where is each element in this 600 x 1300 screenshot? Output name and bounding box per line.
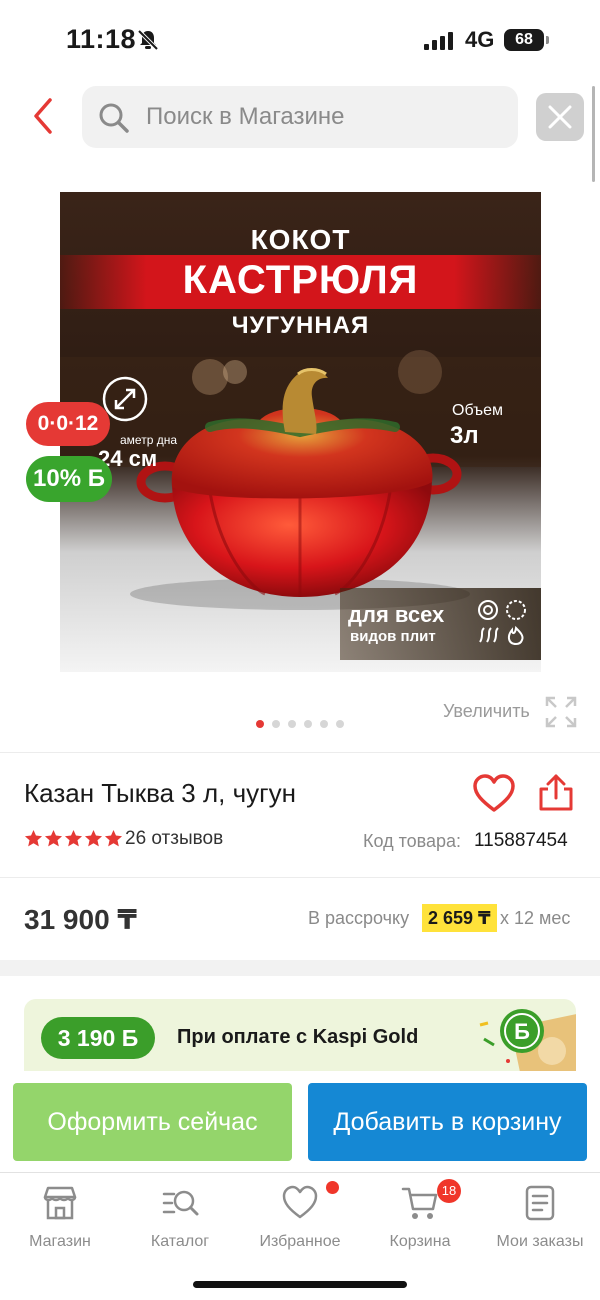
cart-count-badge: 18 bbox=[437, 1179, 461, 1203]
heart-icon bbox=[473, 774, 515, 812]
gallery-dots bbox=[256, 720, 344, 728]
search-input[interactable] bbox=[146, 86, 506, 148]
image-footer-line2: видов плит bbox=[350, 628, 436, 645]
status-bar: 11:18 4G 68 bbox=[0, 0, 600, 80]
promo-bonus-badge: 3 190 Б bbox=[41, 1017, 155, 1059]
promo-text: При оплате с Kaspi Gold bbox=[177, 1026, 419, 1048]
image-text-line1: КОКОТ bbox=[250, 224, 351, 255]
divider bbox=[0, 752, 600, 753]
battery-icon: 68 bbox=[504, 29, 549, 51]
scroll-indicator bbox=[592, 86, 595, 182]
expand-icon[interactable] bbox=[545, 696, 577, 728]
add-to-cart-button[interactable]: Добавить в корзину bbox=[308, 1083, 587, 1161]
divider bbox=[0, 877, 600, 878]
gallery-dot[interactable] bbox=[288, 720, 296, 728]
close-button[interactable] bbox=[536, 93, 584, 141]
home-indicator[interactable] bbox=[193, 1281, 407, 1288]
volume-value: 3л bbox=[450, 422, 479, 449]
stove-types-icon bbox=[478, 600, 526, 646]
gallery-dot[interactable] bbox=[304, 720, 312, 728]
star-icon bbox=[64, 829, 83, 847]
close-icon bbox=[548, 105, 572, 129]
catalog-search-icon bbox=[162, 1190, 199, 1216]
network-type: 4G bbox=[465, 27, 495, 52]
search-box[interactable] bbox=[82, 86, 518, 148]
tab-favorites[interactable]: Избранное bbox=[240, 1183, 360, 1251]
image-text-line3: ЧУГУННАЯ bbox=[231, 312, 370, 339]
tab-catalog[interactable]: Каталог bbox=[120, 1183, 240, 1251]
installment-badge: 0·0·12 bbox=[26, 402, 110, 446]
share-button[interactable] bbox=[538, 774, 574, 817]
image-text-line2: КАСТРЮЛЯ bbox=[182, 258, 419, 302]
favorites-notification-dot bbox=[326, 1181, 339, 1194]
installment-term: x 12 мес bbox=[500, 908, 571, 928]
installment-amount: 2 659 ₸ bbox=[422, 904, 497, 932]
share-icon bbox=[539, 774, 573, 811]
orders-icon bbox=[525, 1185, 555, 1221]
star-icon bbox=[44, 829, 63, 847]
search-icon bbox=[99, 103, 129, 133]
tab-label: Магазин bbox=[29, 1233, 91, 1250]
product-image[interactable]: КОКОТ КАСТРЮЛЯ ЧУГУННАЯ аметр дна 24 см … bbox=[60, 192, 541, 672]
status-time: 11:18 bbox=[66, 24, 137, 54]
back-button[interactable] bbox=[28, 96, 60, 136]
chevron-left-icon bbox=[34, 98, 52, 134]
tab-label: Избранное bbox=[259, 1233, 341, 1250]
bell-muted-icon bbox=[137, 29, 159, 51]
rating-stars bbox=[24, 829, 123, 848]
store-icon bbox=[43, 1186, 77, 1220]
product-code-label: Код товара: bbox=[363, 831, 462, 851]
tab-label: Каталог bbox=[150, 1233, 210, 1250]
gallery-dot[interactable] bbox=[336, 720, 344, 728]
favorite-button[interactable] bbox=[472, 774, 516, 819]
zoom-button[interactable]: Увеличить bbox=[443, 701, 530, 722]
bonus-badge: 10% Б bbox=[26, 456, 112, 502]
tab-label: Корзина bbox=[389, 1233, 451, 1250]
cart-icon bbox=[401, 1187, 438, 1219]
tab-label: Мои заказы bbox=[496, 1233, 584, 1250]
product-title: Казан Тыква 3 л, чугун bbox=[24, 778, 296, 808]
section-divider bbox=[0, 960, 600, 976]
installment-label: В рассрочку bbox=[308, 908, 410, 928]
kaspi-gold-card-icon: Б bbox=[479, 1009, 576, 1071]
product-code-value: 115887454 bbox=[474, 830, 568, 851]
reviews-link[interactable]: 26 отзывов bbox=[125, 828, 223, 850]
tab-orders[interactable]: Мои заказы bbox=[480, 1183, 600, 1251]
diameter-label: аметр дна bbox=[120, 433, 178, 447]
price: 31 900 ₸ bbox=[24, 904, 137, 935]
star-icon bbox=[84, 829, 103, 847]
image-footer-line1: для всех bbox=[348, 602, 445, 627]
star-icon bbox=[24, 829, 43, 847]
kaspi-gold-promo[interactable]: 3 190 Б При оплате с Kaspi Gold Б bbox=[24, 999, 576, 1071]
signal-icon bbox=[424, 32, 453, 50]
gallery-dot[interactable] bbox=[320, 720, 328, 728]
svg-text:Б: Б bbox=[514, 1019, 530, 1044]
tab-store[interactable]: Магазин bbox=[0, 1183, 120, 1251]
diameter-arrows-icon bbox=[102, 376, 148, 422]
heart-icon bbox=[282, 1185, 318, 1219]
gallery-dot[interactable] bbox=[256, 720, 264, 728]
volume-label: Объем bbox=[452, 402, 503, 419]
star-icon bbox=[104, 829, 123, 847]
buy-now-button[interactable]: Оформить сейчас bbox=[13, 1083, 292, 1161]
gallery-dot[interactable] bbox=[272, 720, 280, 728]
tab-cart[interactable]: Корзина bbox=[360, 1183, 480, 1251]
